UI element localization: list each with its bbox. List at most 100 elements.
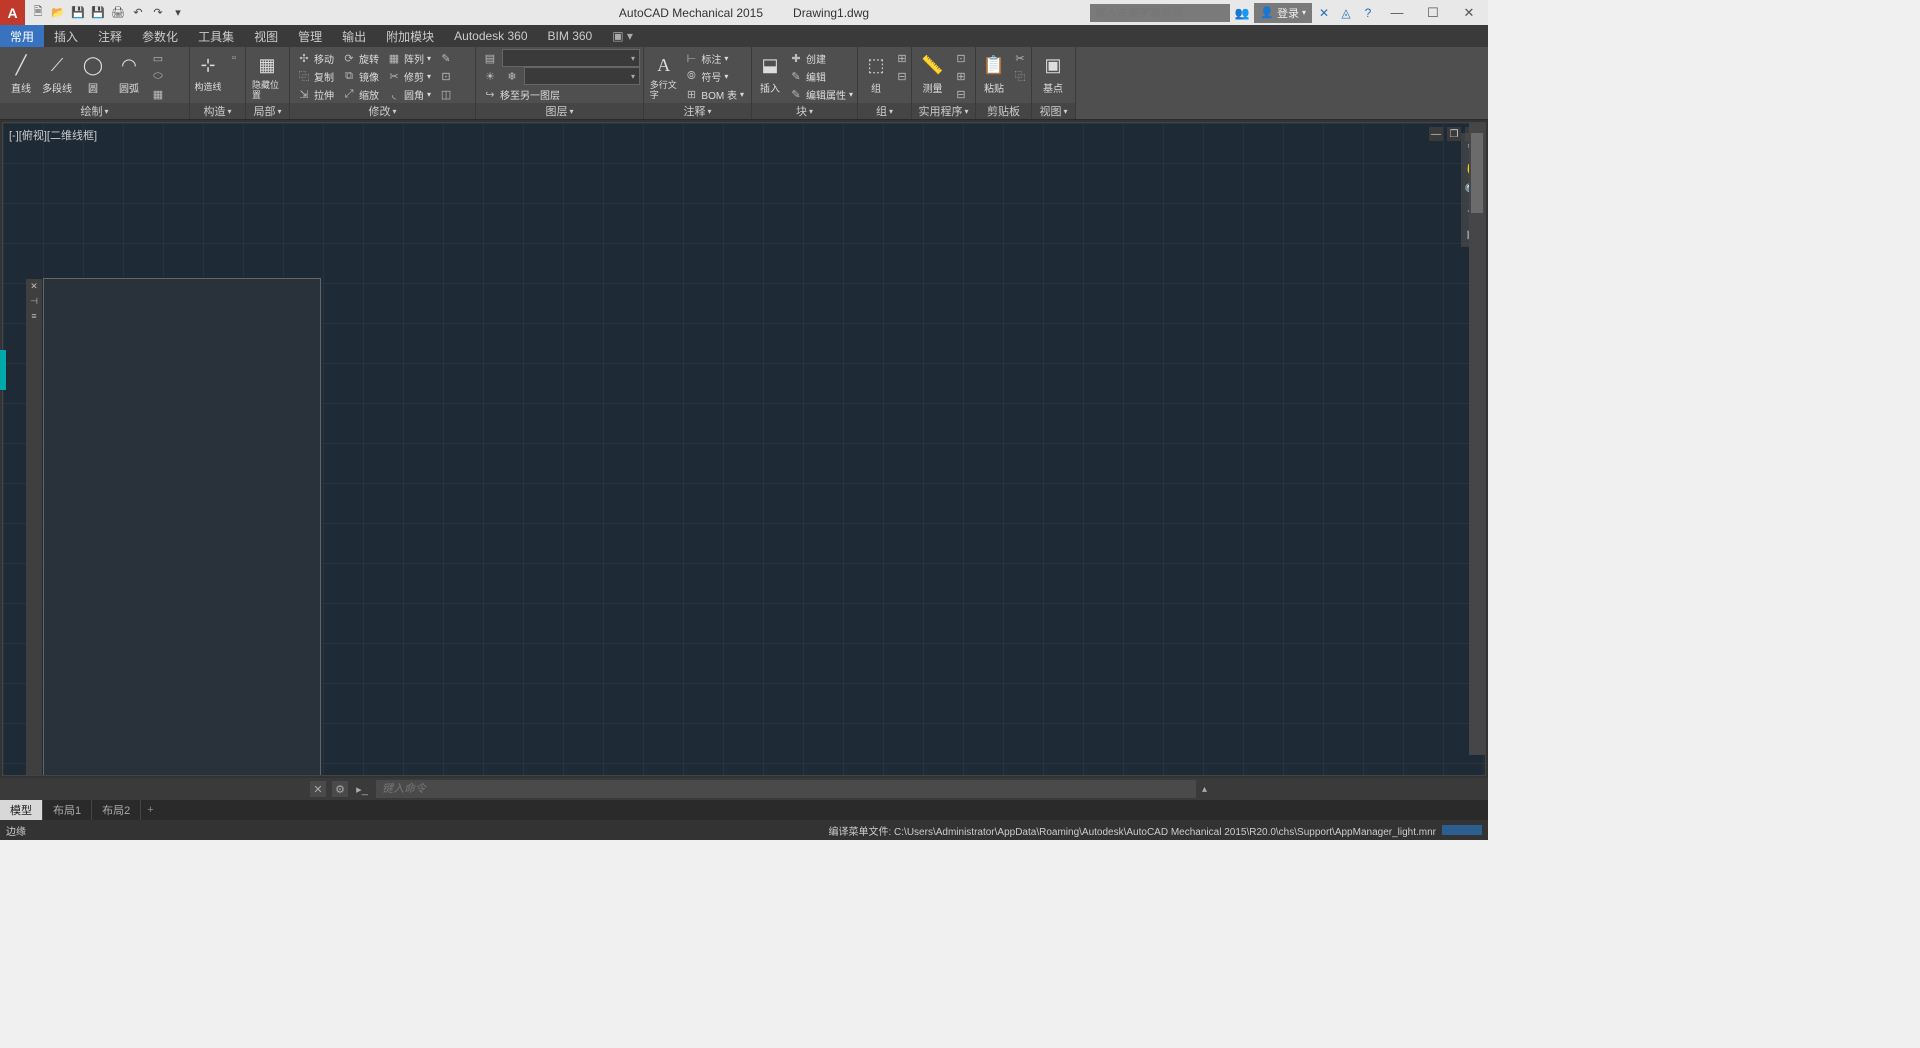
construction-line-button[interactable]: ⊹构造线 [194,49,222,95]
scale-button[interactable]: ⤢缩放 [339,85,382,103]
tab-layout2[interactable]: 布局2 [92,800,141,820]
hide-position-button[interactable]: ▦隐藏位置 [250,49,284,102]
move-button[interactable]: ✣移动 [294,49,337,67]
add-layout-icon[interactable]: + [141,804,159,816]
tab-output[interactable]: 输出 [332,25,376,47]
paste-button[interactable]: 📋粘贴 [980,49,1008,97]
group-button[interactable]: ⬚组 [862,49,890,97]
command-input[interactable] [376,780,1196,798]
tab-parametric[interactable]: 参数化 [132,25,188,47]
qat-more-icon[interactable]: ▾ [169,4,187,22]
scrollbar-thumb[interactable] [1471,133,1483,213]
panel-layer-title: 图层▾ [476,103,643,119]
symbol-button[interactable]: ⦾符号▾ [681,67,747,85]
trim-button[interactable]: ✂修剪▾ [384,67,434,85]
util-fly-3[interactable]: ⊟ [951,85,971,103]
layer-prop-button[interactable]: ▤ [480,49,500,67]
mirror-button[interactable]: ⧉镜像 [339,67,382,85]
bom-button[interactable]: ⊞BOM 表▾ [681,85,747,103]
tab-a360[interactable]: Autodesk 360 [444,25,537,47]
draw-flyout-1[interactable]: ▭ [148,49,168,67]
tab-common[interactable]: 常用 [0,25,44,47]
vertical-scrollbar[interactable] [1469,123,1485,755]
mod-fly-3[interactable]: ◫ [436,85,456,103]
tab-annotate[interactable]: 注释 [88,25,132,47]
line-button[interactable]: ╱直线 [4,49,38,97]
move-to-layer-button[interactable]: ↪移至另一图层 [480,85,640,103]
tab-toolsets[interactable]: 工具集 [188,25,244,47]
panel-layer: ▤ ▾ ☀ ❄ ▾ ↪移至另一图层 图层▾ [476,47,644,119]
help-icon[interactable]: ? [1358,4,1378,22]
dimension-button[interactable]: ⊢标注▾ [681,49,747,67]
tab-expand-icon[interactable]: ▣ ▾ [606,25,639,47]
mtext-button[interactable]: A多行文字 [648,49,679,102]
minimize-button[interactable]: — [1380,2,1414,24]
open-icon[interactable]: 📂 [49,4,67,22]
close-button[interactable]: ✕ [1452,2,1486,24]
arc-button[interactable]: ◠圆弧 [112,49,146,97]
stretch-button[interactable]: ⇲拉伸 [294,85,337,103]
undo-icon[interactable]: ↶ [129,4,147,22]
tab-manage[interactable]: 管理 [288,25,332,47]
create-block-button[interactable]: ✚创建 [786,49,856,67]
save-icon[interactable]: 💾 [69,4,87,22]
palette-menu-icon[interactable]: ≡ [31,311,36,321]
saveas-icon[interactable]: 💾 [89,4,107,22]
search-icon[interactable]: 👥 [1232,4,1252,22]
tab-view[interactable]: 视图 [244,25,288,47]
copy-clip-button[interactable]: ⿻ [1010,67,1030,85]
redo-icon[interactable]: ↷ [149,4,167,22]
doc-restore-icon[interactable]: ❐ [1447,127,1461,141]
cmd-history-icon[interactable]: ▴ [1202,784,1218,795]
viewport-label[interactable]: [-][俯视][二维线框] [9,127,97,143]
tool-palette[interactable]: ✕ ⊣ ≡ 最近工具 [43,278,321,776]
group-fly2[interactable]: ⊟ [892,67,912,85]
edit-attr-button[interactable]: ✎编辑属性▾ [786,85,856,103]
mod-fly-1[interactable]: ✎ [436,49,456,67]
help-search-input[interactable] [1090,4,1230,22]
util-fly-2[interactable]: ⊞ [951,67,971,85]
tab-bim360[interactable]: BIM 360 [538,25,603,47]
app-logo-icon[interactable]: A [0,0,25,25]
draw-flyout-2[interactable]: ⬭ [148,67,168,85]
copy-button[interactable]: ⿻复制 [294,67,337,85]
cmd-settings-icon[interactable]: ⚙ [332,781,348,797]
plot-icon[interactable]: 🖨 [109,4,127,22]
chevron-down-icon[interactable]: ▾ [104,107,108,116]
left-edge-marker[interactable] [0,350,6,390]
layer-selector-2[interactable]: ▾ [524,67,640,85]
mod-fly-2[interactable]: ⊡ [436,67,456,85]
layer-fly-1[interactable]: ☀ [480,67,500,85]
util-fly-1[interactable]: ⊡ [951,49,971,67]
array-button[interactable]: ▦阵列▾ [384,49,434,67]
measure-button[interactable]: 📏测量 [916,49,949,97]
rotate-button[interactable]: ⟳旋转 [339,49,382,67]
cut-button[interactable]: ✂ [1010,49,1030,67]
tab-model[interactable]: 模型 [0,800,43,820]
insert-block-button[interactable]: ⬓插入 [756,49,784,97]
draw-flyout-3[interactable]: ▦ [148,85,168,103]
cmd-close-icon[interactable]: ✕ [310,781,326,797]
group-fly[interactable]: ⊞ [892,49,912,67]
tab-insert[interactable]: 插入 [44,25,88,47]
baseview-button[interactable]: ▣基点 [1036,49,1070,97]
autodesk-icon[interactable]: ◬ [1336,4,1356,22]
drawing-area[interactable]: [-][俯视][二维线框] — ❐ ✕ ⚙ ✋ 🔍 ⟲ ▶ ✕ ⊣ ≡ 最近工具 [2,122,1486,776]
fillet-button[interactable]: ◟圆角▾ [384,85,434,103]
tab-layout1[interactable]: 布局1 [43,800,92,820]
construct-fly[interactable]: ▫ [224,49,244,67]
maximize-button[interactable]: ☐ [1416,2,1450,24]
login-button[interactable]: 👤 登录 ▾ [1254,3,1312,23]
layer-fly-2[interactable]: ❄ [502,67,522,85]
palette-close-icon[interactable]: ✕ [30,281,38,292]
doc-minimize-icon[interactable]: — [1429,127,1443,141]
new-icon[interactable]: 🗎 [29,4,47,22]
exchange-icon[interactable]: ✕ [1314,4,1334,22]
polyline-button[interactable]: ⟋多段线 [40,49,74,97]
panel-group: ⬚组 ⊞⊟ 组▾ [858,47,912,119]
edit-block-button[interactable]: ✎编辑 [786,67,856,85]
palette-pin-icon[interactable]: ⊣ [30,296,38,307]
circle-button[interactable]: ◯圆 [76,49,110,97]
layer-selector[interactable]: ▾ [502,49,640,67]
tab-addins[interactable]: 附加模块 [376,25,444,47]
